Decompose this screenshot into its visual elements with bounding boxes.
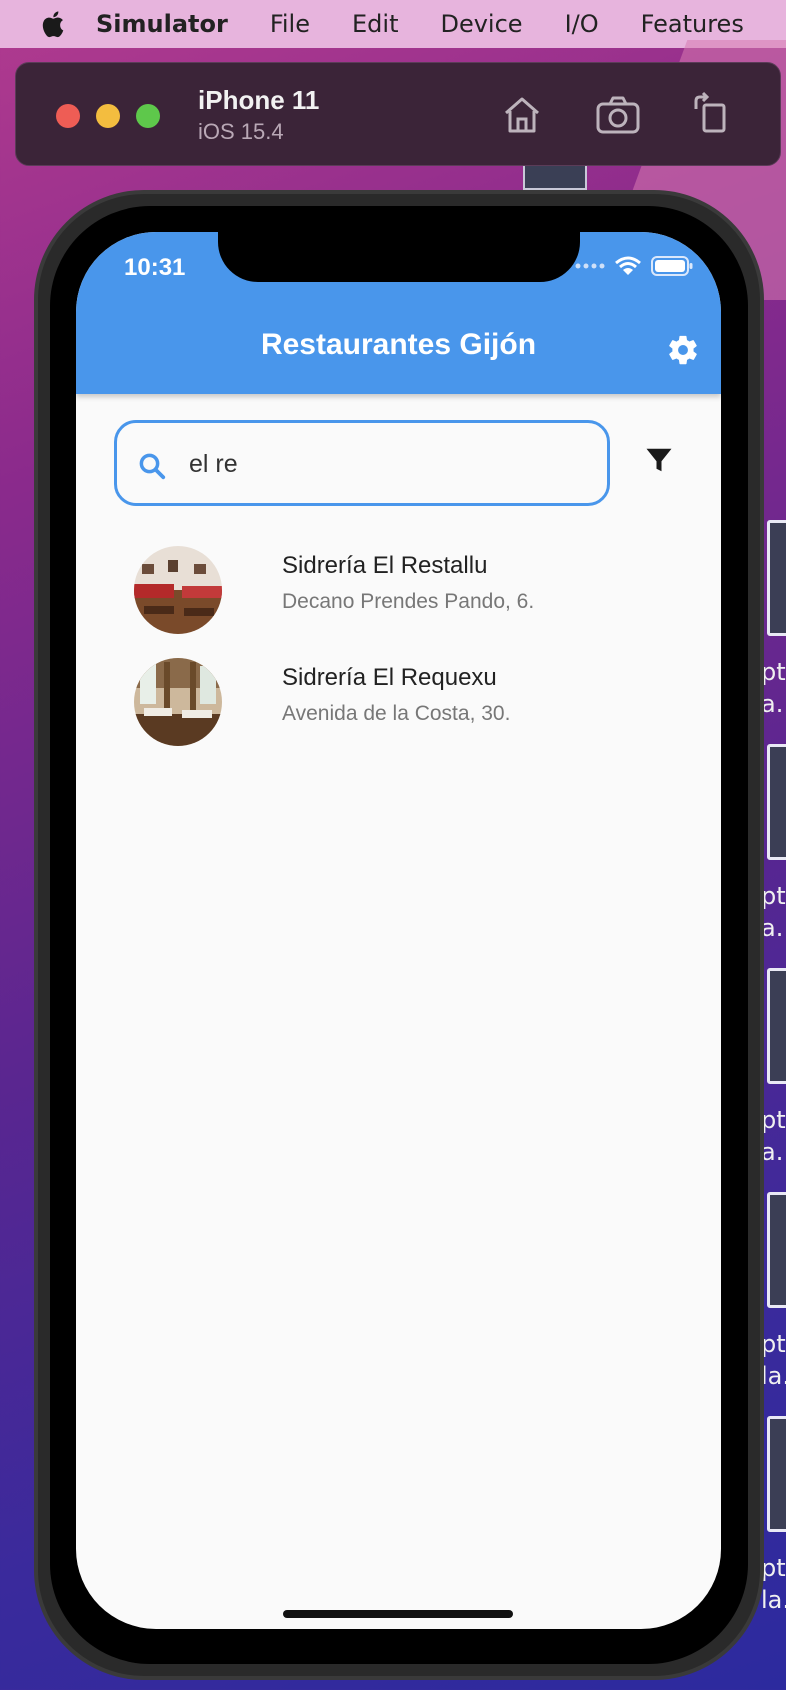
menu-edit[interactable]: Edit [352, 10, 398, 38]
restaurant-address: Decano Prendes Pando, 6. [282, 590, 535, 613]
device-name: iPhone 11 [198, 85, 320, 115]
screenshot-camera-icon[interactable] [594, 91, 642, 139]
desktop-file-thumbnail[interactable] [767, 744, 786, 860]
search-field[interactable] [114, 420, 610, 506]
desktop-file-label: pt a. [761, 882, 786, 942]
restaurant-name: Sidrería El Restallu [282, 552, 488, 579]
simulator-toolbar: iPhone 11 iOS 15.4 [15, 62, 781, 166]
os-version: iOS 15.4 [198, 119, 284, 144]
minimize-window-button[interactable] [96, 104, 120, 128]
restaurant-avatar [134, 658, 222, 746]
status-indicators [575, 256, 693, 276]
close-window-button[interactable] [56, 104, 80, 128]
search-icon [139, 453, 166, 480]
home-indicator[interactable] [283, 1610, 513, 1618]
battery-icon [651, 256, 693, 276]
filter-icon[interactable] [644, 445, 674, 475]
desktop-file-label: ptla. [761, 1330, 786, 1390]
wifi-icon [615, 256, 641, 275]
desktop-file-thumbnail[interactable] [767, 968, 786, 1084]
status-time: 10:31 [124, 254, 186, 281]
menu-io[interactable]: I/O [565, 10, 599, 38]
gear-icon[interactable] [666, 333, 700, 367]
rotate-device-icon[interactable] [688, 91, 736, 139]
desktop-file-label: ptla. [761, 1554, 786, 1614]
page-title: Restaurantes Gijón [260, 328, 537, 361]
home-icon[interactable] [498, 91, 546, 139]
menu-file[interactable]: File [270, 10, 310, 38]
app-bar: 10:31 Restaurantes Gijón [76, 232, 721, 394]
macos-menu-bar: Simulator File Edit Device I/O Features [0, 0, 786, 48]
device-notch [218, 232, 580, 282]
list-item[interactable]: Sidrería El Requexu Avenida de la Costa,… [76, 644, 721, 752]
menu-features[interactable]: Features [641, 10, 744, 38]
restaurant-address: Avenida de la Costa, 30. [282, 702, 511, 725]
desktop-file-label: pt a. [761, 1106, 786, 1166]
menu-device[interactable]: Device [440, 10, 522, 38]
search-input[interactable] [187, 443, 591, 485]
cellular-signal-icon [575, 263, 605, 269]
list-item[interactable]: Sidrería El Restallu Decano Prendes Pand… [76, 532, 721, 640]
desktop-file-thumbnail[interactable] [767, 1416, 786, 1532]
desktop-file-thumbnail[interactable] [767, 1192, 786, 1308]
app-screen: 10:31 Restaurantes Gijón el re Sidrería … [76, 232, 721, 1629]
desktop-file-label: pt a. [761, 658, 786, 718]
menu-app-name[interactable]: Simulator [96, 10, 228, 38]
restaurant-name: Sidrería El Requexu [282, 664, 497, 691]
apple-logo-icon[interactable] [38, 9, 66, 39]
desktop-file-thumbnail[interactable] [767, 520, 786, 636]
zoom-window-button[interactable] [136, 104, 160, 128]
restaurant-avatar [134, 546, 222, 634]
